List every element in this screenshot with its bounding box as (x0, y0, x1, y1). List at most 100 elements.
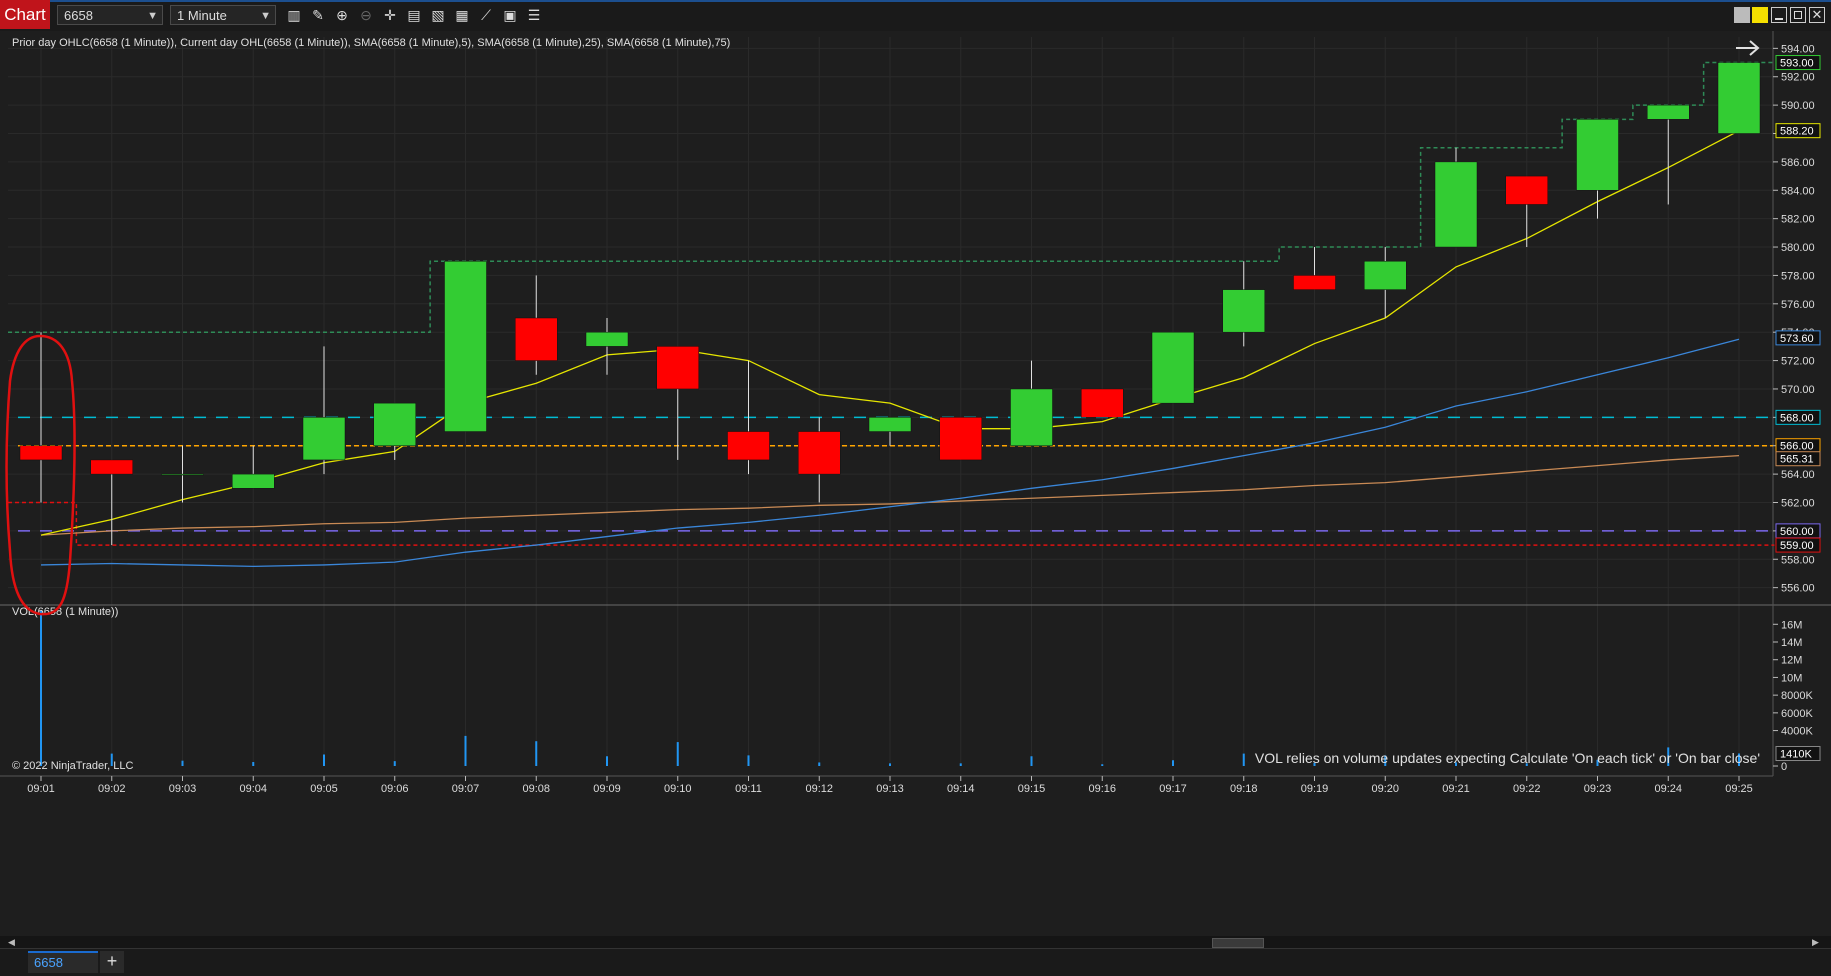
chart-panel[interactable]: 594.00592.00590.00588.00586.00584.00582.… (0, 31, 1831, 936)
candle-body (1081, 388, 1124, 418)
time-tick-label: 09:14 (947, 783, 975, 795)
candle-body (444, 260, 487, 432)
volume-tick-label: 0 (1781, 761, 1787, 773)
candle-body (232, 473, 275, 489)
candle-body (1717, 62, 1761, 134)
zoom-out-icon[interactable]: ⊖ (357, 6, 375, 24)
candle-body (1293, 275, 1336, 290)
time-tick-label: 09:13 (876, 783, 904, 795)
price-chart[interactable]: 594.00592.00590.00588.00586.00584.00582.… (0, 31, 1831, 936)
price-tick-label: 572.00 (1781, 356, 1815, 368)
candle-body (515, 317, 558, 361)
yellow-link-icon[interactable] (1752, 7, 1768, 23)
time-tick-label: 09:17 (1159, 783, 1187, 795)
time-tick-label: 09:10 (664, 783, 692, 795)
time-tick-label: 09:04 (239, 783, 267, 795)
window-top-accent (0, 0, 1831, 2)
price-marker-label: 568.00 (1780, 412, 1814, 424)
price-tick-label: 590.00 (1781, 100, 1815, 112)
time-tick-label: 09:03 (169, 783, 197, 795)
candle-body (161, 473, 204, 476)
candle-body (798, 431, 841, 475)
volume-tick-label: 4000K (1781, 726, 1813, 738)
crosshair-icon[interactable]: ✛ (381, 6, 399, 24)
properties-icon[interactable]: ▣ (501, 6, 519, 24)
chevron-down-icon: ▼ (147, 10, 158, 22)
candle-body (1505, 175, 1548, 205)
volume-tick-label: 8000K (1781, 690, 1813, 702)
candle-body (1576, 119, 1619, 191)
time-tick-label: 09:12 (805, 783, 833, 795)
chart-background (0, 31, 1831, 936)
time-tick-label: 09:16 (1088, 783, 1116, 795)
candle-body (302, 417, 346, 461)
gray-link-icon[interactable] (1734, 7, 1750, 23)
time-tick-label: 09:22 (1513, 783, 1541, 795)
candle-body (19, 445, 63, 461)
time-tick-label: 09:19 (1301, 783, 1329, 795)
price-marker-label: 565.31 (1780, 454, 1814, 466)
instrument-tab-bar: 6658 + (0, 948, 1831, 976)
price-tick-label: 564.00 (1781, 469, 1815, 481)
time-tick-label: 09:21 (1442, 783, 1470, 795)
candle-body (90, 459, 133, 475)
volume-tick-label: 14M (1781, 637, 1802, 649)
price-tick-label: 592.00 (1781, 72, 1815, 84)
time-tick-label: 09:25 (1725, 783, 1753, 795)
interval-selector[interactable]: 1 Minute ▼ (170, 5, 276, 25)
candle-body (585, 331, 629, 347)
close-icon[interactable]: ✕ (1809, 7, 1825, 23)
strategies-icon[interactable]: ▦ (453, 6, 471, 24)
price-tick-label: 594.00 (1781, 43, 1815, 55)
candle-body (1647, 104, 1690, 120)
time-tick-label: 09:02 (98, 783, 126, 795)
add-tab-button[interactable]: + (100, 951, 124, 973)
horizontal-scrollbar[interactable]: ◀ ▶ (0, 936, 1831, 948)
price-tick-label: 562.00 (1781, 497, 1815, 509)
time-tick-label: 09:05 (310, 783, 338, 795)
candle-body (1151, 331, 1195, 404)
bar-type-icon[interactable]: ▥ (285, 6, 303, 24)
drawing-tool-icon[interactable]: ✎ (309, 6, 327, 24)
maximize-icon[interactable] (1790, 7, 1806, 23)
chart-title-tab[interactable]: Chart (0, 0, 50, 29)
price-marker-label: 566.00 (1780, 441, 1814, 453)
instrument-tab[interactable]: 6658 (28, 951, 98, 973)
volume-tick-label: 6000K (1781, 708, 1813, 720)
candle-body (727, 431, 770, 461)
indicators-icon[interactable]: ⟋ (477, 6, 495, 24)
price-tick-label: 578.00 (1781, 270, 1815, 282)
candle-body (1010, 388, 1053, 446)
templates-icon[interactable]: ▧ (429, 6, 447, 24)
price-marker-label: 559.00 (1780, 540, 1814, 552)
volume-note: VOL relies on volume updates expecting C… (1255, 750, 1760, 766)
volume-tick-label: 16M (1781, 619, 1802, 631)
price-marker-label: 560.00 (1780, 526, 1814, 538)
price-tick-label: 556.00 (1781, 583, 1815, 595)
scroll-right-icon[interactable]: ▶ (1812, 937, 1819, 948)
instrument-selector[interactable]: 6658 ▼ (57, 5, 163, 25)
price-tick-label: 576.00 (1781, 299, 1815, 311)
scroll-left-icon[interactable]: ◀ (8, 937, 15, 948)
minimize-icon[interactable] (1771, 7, 1787, 23)
time-tick-label: 09:23 (1584, 783, 1612, 795)
scrollbar-thumb[interactable] (1212, 938, 1264, 948)
zoom-in-icon[interactable]: ⊕ (333, 6, 351, 24)
list-icon[interactable]: ☰ (525, 6, 543, 24)
time-tick-label: 09:15 (1018, 783, 1046, 795)
data-box-icon[interactable]: ▤ (405, 6, 423, 24)
interval-value: 1 Minute (177, 8, 227, 23)
candle-body (1434, 161, 1478, 248)
candle-body (1222, 289, 1265, 333)
volume-tick-label: 10M (1781, 672, 1802, 684)
time-tick-label: 09:06 (381, 783, 409, 795)
candle-body (656, 346, 699, 390)
time-tick-label: 09:24 (1654, 783, 1682, 795)
price-tick-label: 586.00 (1781, 157, 1815, 169)
price-marker-label: 588.20 (1780, 126, 1814, 138)
instrument-value: 6658 (64, 8, 93, 23)
time-tick-label: 09:11 (735, 783, 762, 795)
chevron-down-icon: ▼ (260, 10, 271, 22)
price-tick-label: 580.00 (1781, 242, 1815, 254)
price-tick-label: 582.00 (1781, 214, 1815, 226)
